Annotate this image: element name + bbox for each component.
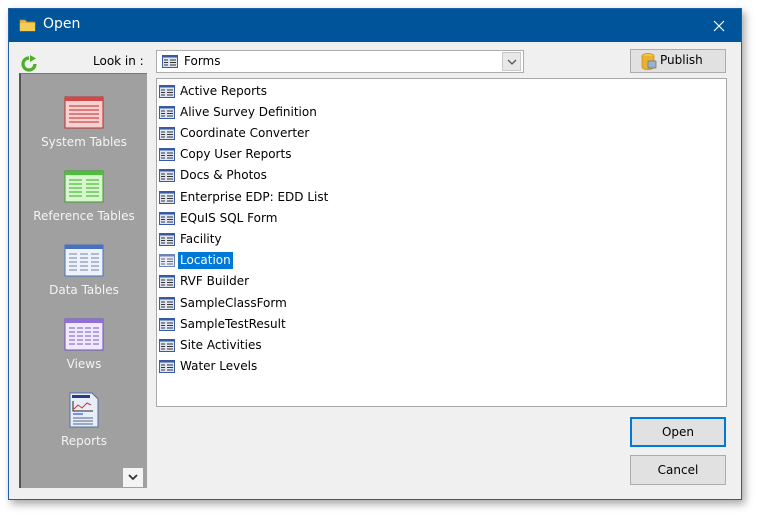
publish-button[interactable]: Publish [630, 49, 726, 73]
sidebar-item-label: System Tables [41, 135, 127, 149]
list-item[interactable]: Site Activities [159, 335, 264, 355]
list-item[interactable]: Alive Survey Definition [159, 102, 319, 122]
open-dialog: Open Look in : Forms Publish System Tabl… [8, 8, 742, 500]
list-item[interactable]: Water Levels [159, 357, 259, 377]
file-list: Active Reports Alive Survey Definition Coo… [156, 78, 727, 407]
close-icon [713, 20, 725, 31]
window-title: Open [43, 16, 81, 32]
look-in-dropdown[interactable]: Forms [156, 50, 524, 73]
form-icon [159, 232, 175, 246]
list-item-label: Water Levels [180, 359, 258, 374]
reports-icon [69, 392, 99, 428]
list-item-label: Site Activities [180, 337, 262, 352]
list-item-label: Docs & Photos [180, 168, 267, 183]
list-item-label: Coordinate Converter [180, 125, 310, 140]
form-icon [159, 84, 175, 98]
publish-icon [641, 53, 657, 70]
form-icon [159, 338, 175, 352]
list-item[interactable]: Active Reports [159, 81, 269, 101]
sidebar-scroll-down-button[interactable] [123, 468, 143, 487]
system-tables-icon [64, 96, 104, 129]
publish-label: Publish [660, 53, 703, 67]
list-item[interactable]: Enterprise EDP: EDD List [159, 187, 330, 207]
form-icon [159, 190, 175, 204]
close-button[interactable] [697, 9, 741, 42]
list-item-label: Alive Survey Definition [180, 104, 317, 119]
views-icon [64, 318, 104, 351]
sidebar-item-data-tables[interactable]: Data Tables [21, 244, 147, 297]
form-icon [159, 126, 175, 140]
form-icon [159, 169, 175, 183]
title-bar: Open [9, 9, 741, 42]
list-item[interactable]: SampleTestResult [159, 314, 288, 334]
list-item[interactable]: Location [159, 251, 233, 271]
form-icon [159, 296, 175, 310]
sidebar-item-reference-tables[interactable]: Reference Tables [21, 170, 147, 223]
list-item[interactable]: Copy User Reports [159, 145, 293, 165]
form-icon [159, 254, 175, 268]
list-item[interactable]: Facility [159, 229, 224, 249]
list-item-label: SampleClassForm [180, 295, 287, 310]
list-item-label: EQuIS SQL Form [180, 210, 278, 225]
list-item-label: Facility [180, 231, 222, 246]
cancel-button[interactable]: Cancel [630, 455, 726, 485]
refresh-icon[interactable] [20, 55, 38, 73]
form-icon [159, 317, 175, 331]
form-icon [159, 275, 175, 289]
reference-tables-icon [64, 170, 104, 203]
list-item-label: Enterprise EDP: EDD List [180, 189, 329, 204]
sidebar-item-label: Views [66, 357, 102, 371]
data-tables-icon [64, 244, 104, 277]
list-item-label: SampleTestResult [180, 316, 286, 331]
list-item-label: Location [178, 252, 233, 270]
sidebar-item-label: Data Tables [49, 283, 119, 297]
list-item-label: RVF Builder [180, 274, 250, 289]
list-item[interactable]: Docs & Photos [159, 166, 269, 186]
list-item-label: Copy User Reports [180, 147, 292, 162]
folder-icon [19, 19, 36, 32]
list-item[interactable]: SampleClassForm [159, 293, 289, 313]
dropdown-button[interactable] [502, 52, 521, 71]
chevron-down-icon [507, 59, 516, 65]
sidebar-item-label: Reports [60, 434, 108, 448]
sidebar-item-views[interactable]: Views [21, 318, 147, 371]
form-icon [159, 360, 175, 374]
list-item[interactable]: RVF Builder [159, 272, 251, 292]
look-in-value: Forms [184, 54, 221, 68]
list-item-label: Active Reports [180, 83, 267, 98]
form-icon [159, 148, 175, 162]
list-item[interactable]: Coordinate Converter [159, 123, 311, 143]
sidebar-item-label: Reference Tables [33, 209, 135, 223]
sidebar-item-reports[interactable]: Reports [21, 392, 147, 448]
chevron-down-icon [128, 474, 138, 481]
form-icon [159, 211, 175, 225]
sidebar-item-system-tables[interactable]: System Tables [21, 96, 147, 149]
places-sidebar: System Tables Reference Tables Data Tabl… [19, 73, 147, 488]
list-item[interactable]: EQuIS SQL Form [159, 208, 279, 228]
open-button[interactable]: Open [630, 417, 726, 447]
form-icon [159, 105, 175, 119]
form-icon [162, 55, 178, 68]
look-in-label: Look in : [93, 54, 144, 68]
